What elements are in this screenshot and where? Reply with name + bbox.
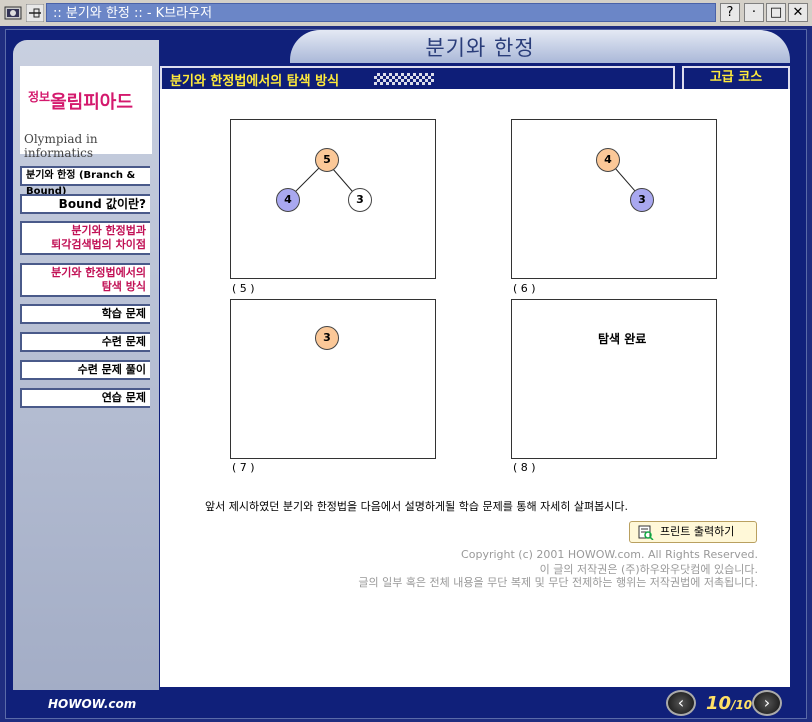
checker-decoration	[374, 73, 434, 85]
sidebar-item-bound-value[interactable]: Bound 값이란?	[20, 194, 150, 214]
tree-node: 4	[596, 148, 620, 172]
page-current: 10	[706, 693, 732, 714]
logo-title: 올림피아드	[50, 92, 133, 113]
tree-node: 3	[315, 326, 339, 350]
sidebar-item-label-line2: 탐색 방식	[101, 280, 146, 293]
tree-node: 3	[630, 188, 654, 212]
sidebar-item-study-problem[interactable]: 학습 문제	[20, 304, 150, 324]
tree-node: 3	[348, 188, 372, 212]
logo-prefix: 정보	[28, 90, 51, 104]
sidebar-item-label: 수련 문제 풀이	[77, 363, 146, 376]
chevron-left-icon: ‹	[677, 693, 685, 712]
maximize-button[interactable]: □	[766, 3, 786, 22]
tree-edges	[607, 159, 643, 200]
print-button[interactable]: 프린트 출력하기	[629, 521, 757, 543]
section-title: 분기와 한정법에서의 탐색 방식	[170, 74, 340, 89]
olympiad-logo: 정보올림피아드 Olympiad in informatics	[20, 66, 152, 160]
sidebar-item-label: 분기와 한정법과	[71, 224, 146, 237]
course-badge: 고급 코스	[682, 66, 790, 89]
sidebar-item-practice-problem[interactable]: 연습 문제	[20, 388, 150, 408]
section-header: 분기와 한정법에서의 탐색 방식	[160, 66, 675, 89]
step-panel-8: 탐색 완료	[511, 299, 717, 459]
sidebar-item-label: Bound 값이란?	[58, 197, 146, 211]
panel-label: ( 7 )	[232, 461, 255, 474]
copyright-line-3: 글의 일부 혹은 전체 내용을 무단 복제 및 무단 전제하는 행위는 저작권법…	[358, 576, 758, 589]
step-panel-6: 4 3	[511, 119, 717, 279]
next-page-button[interactable]: ›	[752, 690, 782, 716]
panel-label: ( 6 )	[513, 282, 536, 295]
description-text: 앞서 제시하였던 분기와 한정법을 다음에서 설명하게될 학습 문제를 통해 자…	[205, 500, 629, 513]
copyright-line-1: Copyright (c) 2001 HOWOW.com. All Rights…	[461, 548, 758, 561]
step-panel-5: 5 4 3	[230, 119, 436, 279]
page-indicator: 10/10	[706, 693, 753, 714]
panel-label: ( 5 )	[232, 282, 255, 295]
browser-icon[interactable]	[4, 4, 22, 22]
sidebar-item-difference[interactable]: 분기와 한정법과 퇴각검색법의 차이점	[20, 221, 150, 255]
page-title: 분기와 한정	[425, 36, 535, 60]
browser-window: :: 분기와 한정 :: - K브라우저 ? · □ ✕ 분기와 한정 정보올림…	[0, 0, 812, 722]
prev-page-button[interactable]: ‹	[666, 690, 696, 716]
sidebar-item-branch-bound[interactable]: 분기와 한정 (Branch & Bound)	[20, 166, 150, 197]
pin-icon[interactable]	[26, 4, 44, 22]
print-icon	[638, 525, 654, 540]
sidebar-item-training-problem[interactable]: 수련 문제	[20, 332, 150, 352]
chevron-right-icon: ›	[763, 693, 771, 712]
window-title: :: 분기와 한정 :: - K브라우저	[46, 3, 716, 22]
tree-node: 4	[276, 188, 300, 212]
help-button[interactable]: ?	[720, 3, 740, 22]
title-bar: :: 분기와 한정 :: - K브라우저 ? · □ ✕	[0, 0, 812, 27]
tree-edges	[287, 160, 360, 200]
sidebar-item-label: 연습 문제	[101, 391, 146, 404]
close-button[interactable]: ✕	[788, 3, 808, 22]
sidebar-item-label-line2: 퇴각검색법의 차이점	[51, 238, 146, 251]
tree-node: 5	[315, 148, 339, 172]
sidebar-item-training-solution[interactable]: 수련 문제 풀이	[20, 360, 150, 380]
howow-logo: HOWOW.com	[48, 697, 137, 711]
sidebar-item-label: 학습 문제	[101, 307, 146, 320]
sidebar-item-label: 수련 문제	[101, 335, 146, 348]
page-total: 10	[735, 698, 753, 712]
panel-label: ( 8 )	[513, 461, 536, 474]
step-panel-7: 3	[230, 299, 436, 459]
search-complete-text: 탐색 완료	[598, 332, 647, 346]
print-button-label: 프린트 출력하기	[660, 525, 735, 538]
sidebar-item-label: 분기와 한정법에서의	[51, 266, 146, 279]
pin-button[interactable]: ·	[744, 3, 764, 22]
logo-subtitle: Olympiad in informatics	[24, 132, 98, 160]
sidebar-item-search-method[interactable]: 분기와 한정법에서의 탐색 방식	[20, 263, 150, 297]
